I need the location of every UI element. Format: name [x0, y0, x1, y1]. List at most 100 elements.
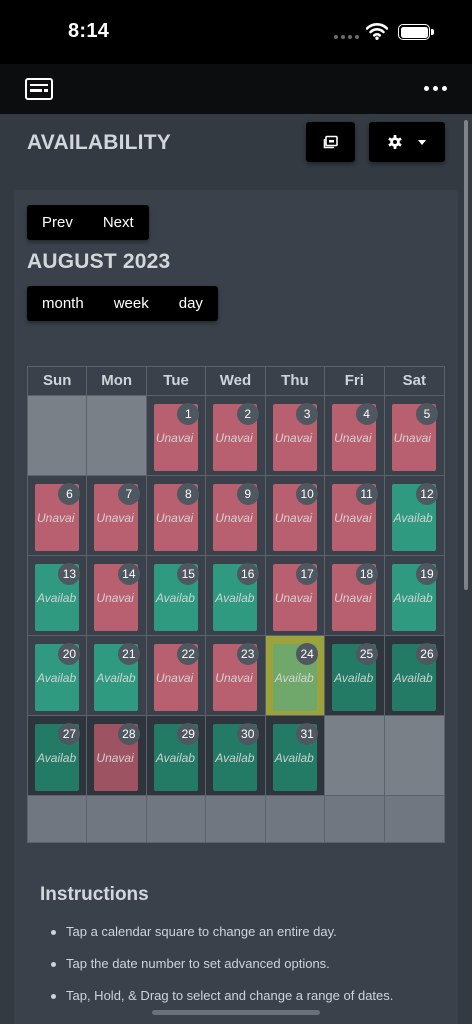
- day-cell[interactable]: Availab 29: [146, 716, 207, 796]
- day-cell[interactable]: Availab 30: [206, 716, 266, 796]
- empty-day-cell: [87, 396, 147, 476]
- day-number[interactable]: 2: [236, 403, 259, 425]
- day-cell[interactable]: Availab 21: [87, 636, 147, 716]
- day-cell[interactable]: Unavai 11: [325, 476, 385, 556]
- more-menu-icon[interactable]: [424, 86, 447, 91]
- day-number[interactable]: 7: [117, 483, 140, 505]
- day-number[interactable]: 16: [236, 563, 259, 585]
- day-number[interactable]: 25: [355, 643, 378, 665]
- empty-day-cell: [265, 796, 326, 842]
- day-cell[interactable]: Availab 27: [28, 716, 88, 796]
- weekday-mon: Mon: [87, 367, 147, 395]
- day-number[interactable]: 12: [415, 483, 438, 505]
- day-number[interactable]: 21: [117, 643, 140, 665]
- event-label: Unavai: [96, 591, 134, 605]
- day-cell[interactable]: Unavai 18: [325, 556, 385, 636]
- event-label: Availab: [274, 671, 314, 685]
- day-cell[interactable]: Unavai 8: [146, 476, 207, 556]
- weekday-thu: Thu: [266, 367, 326, 395]
- day-cell[interactable]: Unavai 3: [265, 396, 326, 476]
- weekday-sun: Sun: [28, 367, 88, 395]
- event-label: Availab: [96, 671, 136, 685]
- day-cell[interactable]: Unavai 22: [146, 636, 207, 716]
- day-cell[interactable]: Unavai 17: [265, 556, 326, 636]
- day-number[interactable]: 30: [236, 723, 259, 745]
- day-cell[interactable]: Availab 15: [146, 556, 207, 636]
- day-cell[interactable]: Unavai 4: [325, 396, 385, 476]
- event-label: Availab: [155, 591, 195, 605]
- event-label: Availab: [37, 671, 77, 685]
- instruction-item: Tap, Hold, & Drag to select and change a…: [50, 988, 394, 1003]
- day-number[interactable]: 4: [355, 403, 378, 425]
- day-cell[interactable]: Availab 19: [384, 556, 444, 636]
- day-cell[interactable]: Availab 13: [28, 556, 88, 636]
- day-cell[interactable]: Unavai 23: [206, 636, 266, 716]
- day-number[interactable]: 17: [296, 563, 319, 585]
- day-cell[interactable]: Unavai 2: [206, 396, 266, 476]
- day-cell[interactable]: Availab 12: [384, 476, 444, 556]
- event-label: Availab: [274, 751, 314, 765]
- day-cell[interactable]: Unavai 7: [87, 476, 147, 556]
- event-label: Availab: [37, 751, 77, 765]
- calendar-export-button[interactable]: [306, 122, 355, 162]
- view-switcher: month week day: [27, 286, 218, 321]
- day-number[interactable]: 28: [117, 723, 140, 745]
- day-cell[interactable]: Availab 26: [384, 636, 444, 716]
- day-number[interactable]: 19: [415, 563, 438, 585]
- settings-dropdown-button[interactable]: [369, 122, 445, 162]
- event-label: Unavai: [274, 591, 313, 605]
- day-number[interactable]: 11: [355, 483, 378, 505]
- instructions-list: Tap a calendar square to change an entir…: [50, 924, 394, 1020]
- instruction-item: Tap the date number to set advanced opti…: [50, 956, 393, 971]
- day-cell[interactable]: Unavai 28: [87, 716, 147, 796]
- status-bar: 8:14: [0, 0, 472, 64]
- event-label: Availab: [215, 751, 255, 765]
- day-cell[interactable]: Unavai 10: [265, 476, 326, 556]
- day-number[interactable]: 5: [415, 403, 438, 425]
- day-cell[interactable]: Unavai 6: [28, 476, 88, 556]
- day-cell[interactable]: Availab 16: [206, 556, 266, 636]
- day-number[interactable]: 31: [296, 723, 319, 745]
- day-cell[interactable]: Availab 24: [265, 636, 326, 716]
- weekday-fri: Fri: [325, 367, 385, 395]
- prev-button[interactable]: Prev: [27, 205, 88, 240]
- day-number[interactable]: 26: [415, 643, 438, 665]
- day-cell[interactable]: Availab 20: [28, 636, 88, 716]
- day-number[interactable]: 18: [355, 563, 378, 585]
- day-cell[interactable]: Unavai 5: [384, 396, 444, 476]
- day-number[interactable]: 23: [236, 643, 259, 665]
- day-cell[interactable]: Availab 31: [265, 716, 326, 796]
- day-cell[interactable]: Unavai 9: [206, 476, 266, 556]
- view-week-button[interactable]: week: [99, 286, 164, 321]
- event-label: Unavai: [274, 511, 313, 525]
- scrollbar[interactable]: [464, 120, 468, 590]
- event-label: Unavai: [215, 671, 253, 685]
- event-label: Availab: [393, 591, 433, 605]
- caret-down-icon: [418, 139, 426, 145]
- day-cell[interactable]: Unavai 1: [146, 396, 207, 476]
- next-button[interactable]: Next: [88, 205, 149, 240]
- day-number[interactable]: 3: [296, 403, 319, 425]
- empty-day-cell: [384, 796, 444, 842]
- event-label: Unavai: [334, 511, 372, 525]
- event-label: Availab: [37, 591, 77, 605]
- view-month-button[interactable]: month: [27, 286, 99, 321]
- day-cell[interactable]: Availab 25: [325, 636, 385, 716]
- view-day-button[interactable]: day: [164, 286, 218, 321]
- empty-day-cell: [146, 796, 207, 842]
- empty-day-cell: [87, 796, 147, 842]
- month-calendar: Sun Mon Tue Wed Thu Fri Sat Unavai 1 Unava…: [27, 366, 445, 843]
- event-label: Availab: [393, 511, 433, 525]
- day-number[interactable]: 14: [117, 563, 140, 585]
- instructions-title: Instructions: [40, 884, 149, 905]
- event-label: Unavai: [215, 431, 253, 445]
- day-number[interactable]: 10: [296, 483, 319, 505]
- day-cell[interactable]: Unavai 14: [87, 556, 147, 636]
- day-number[interactable]: 24: [296, 643, 319, 665]
- app-logo-icon[interactable]: [25, 78, 53, 100]
- weekday-tue: Tue: [147, 367, 207, 395]
- weekday-header: Sun Mon Tue Wed Thu Fri Sat: [28, 367, 444, 396]
- day-number[interactable]: 9: [236, 483, 259, 505]
- calendar-month-title: AUGUST 2023: [27, 250, 171, 273]
- event-label: Unavai: [155, 511, 194, 525]
